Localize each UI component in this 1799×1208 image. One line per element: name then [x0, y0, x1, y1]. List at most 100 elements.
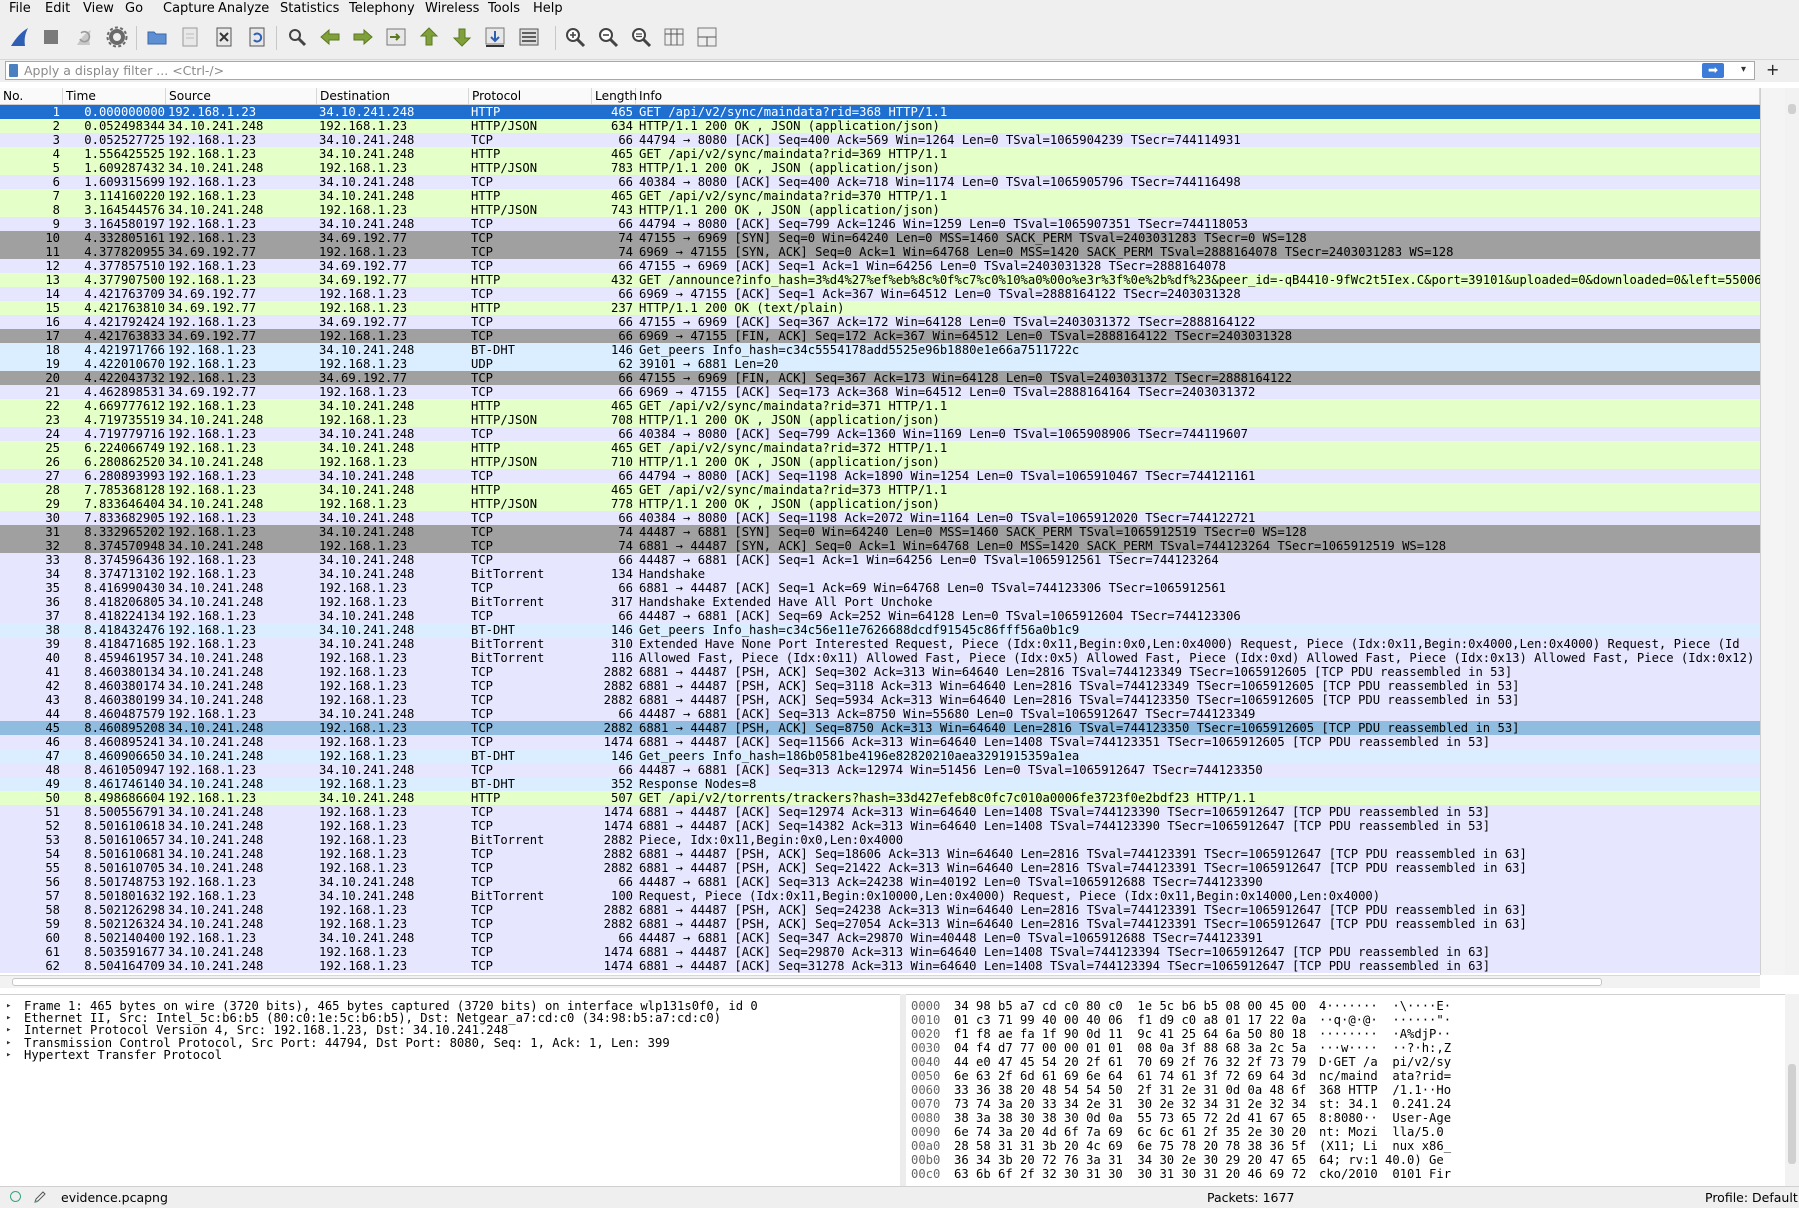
packet-row[interactable]: 58 8.502126298 34.10.241.248 192.168.1.23 TC… [0, 903, 1760, 917]
reload-icon[interactable] [244, 24, 270, 50]
hex-ascii[interactable]: ··q·@·@· ······"· [1319, 1013, 1451, 1027]
column-header-no[interactable]: No. [0, 88, 63, 104]
packet-row[interactable]: 8 3.164544576 34.10.241.248 192.168.1.23 HTT… [0, 203, 1760, 217]
packet-row[interactable]: 21 4.462898531 34.69.192.77 192.168.1.23 TCP… [0, 385, 1760, 399]
packet-row[interactable]: 5 1.609287432 34.10.241.248 192.168.1.23 HTT… [0, 161, 1760, 175]
packet-row[interactable]: 44 8.460487579 192.168.1.23 34.10.241.248 TC… [0, 707, 1760, 721]
zoom-out-icon[interactable] [595, 24, 621, 50]
hex-offset[interactable]: 0040 [911, 1055, 940, 1069]
packet-row[interactable]: 40 8.459461957 34.10.241.248 192.168.1.23 Bi… [0, 651, 1760, 665]
packet-row[interactable]: 55 8.501610705 34.10.241.248 192.168.1.23 TC… [0, 861, 1760, 875]
column-header-length[interactable]: Length [592, 88, 637, 104]
hex-offset[interactable]: 0080 [911, 1111, 940, 1125]
save-file-icon[interactable] [177, 24, 203, 50]
menu-edit[interactable]: Edit [45, 1, 70, 17]
hex-ascii[interactable]: nc/maind ata?rid= [1319, 1069, 1451, 1083]
hex-offset[interactable]: 0060 [911, 1083, 940, 1097]
packet-row[interactable]: 45 8.460895208 34.10.241.248 192.168.1.23 TC… [0, 721, 1760, 735]
packet-row[interactable]: 59 8.502126324 34.10.241.248 192.168.1.23 TC… [0, 917, 1760, 931]
resize-columns-icon[interactable] [661, 24, 687, 50]
menu-tools[interactable]: Tools [488, 1, 520, 17]
hex-ascii[interactable]: 368 HTTP /1.1··Ho [1319, 1083, 1451, 1097]
hex-bytes[interactable]: 33 36 38 20 48 54 54 50 2f 31 2e 31 0d 0… [954, 1083, 1306, 1097]
hex-bytes[interactable]: 38 3a 38 30 38 30 0d 0a 55 73 65 72 2d 4… [954, 1111, 1306, 1125]
hex-bytes[interactable]: 01 c3 71 99 40 00 40 06 f1 d9 c0 a8 01 1… [954, 1013, 1306, 1027]
packet-row[interactable]: 15 4.421763810 34.69.192.77 192.168.1.23 HTT… [0, 301, 1760, 315]
hex-ascii[interactable]: cko/2010 0101 Fir [1319, 1167, 1451, 1181]
packet-row[interactable]: 19 4.422010670 192.168.1.23 192.168.1.23 UDP… [0, 357, 1760, 371]
add-filter-button[interactable]: + [1766, 61, 1779, 79]
hex-offset[interactable]: 0000 [911, 999, 940, 1013]
horizontal-scroll-thumb[interactable] [12, 978, 1602, 986]
packet-row[interactable]: 57 8.501801632 192.168.1.23 34.10.241.248 Bi… [0, 889, 1760, 903]
packet-row[interactable]: 51 8.500556791 34.10.241.248 192.168.1.23 TC… [0, 805, 1760, 819]
packet-row[interactable]: 48 8.461050947 192.168.1.23 34.10.241.248 TC… [0, 763, 1760, 777]
column-header-source[interactable]: Source [166, 88, 317, 104]
packet-row[interactable]: 54 8.501610681 34.10.241.248 192.168.1.23 TC… [0, 847, 1760, 861]
packet-row[interactable]: 52 8.501610618 34.10.241.248 192.168.1.23 TC… [0, 819, 1760, 833]
packet-row[interactable]: 18 4.421971766 192.168.1.23 34.10.241.248 BT… [0, 343, 1760, 357]
ready-status-icon[interactable] [10, 1191, 21, 1202]
restart-icon[interactable] [71, 24, 97, 50]
packet-row[interactable]: 60 8.502140400 192.168.1.23 34.10.241.248 TC… [0, 931, 1760, 945]
packet-row[interactable]: 1 0.000000000 192.168.1.23 34.10.241.248 HTT… [0, 105, 1760, 119]
filter-bookmark-icon[interactable] [9, 64, 18, 77]
packet-row[interactable]: 29 7.833646404 34.10.241.248 192.168.1.23 HT… [0, 497, 1760, 511]
display-filter-input[interactable] [24, 62, 1714, 79]
hex-offset[interactable]: 0090 [911, 1125, 940, 1139]
hex-bytes[interactable]: 28 58 31 31 3b 20 4c 69 6e 75 78 20 78 3… [954, 1139, 1306, 1153]
menu-help[interactable]: Help [533, 1, 563, 17]
menu-analyze[interactable]: Analyze [218, 1, 269, 17]
go-back-arrow-icon[interactable] [317, 24, 343, 50]
vertical-scroll-thumb[interactable] [1788, 104, 1796, 114]
edit-comment-icon[interactable] [32, 1189, 48, 1205]
hex-bytes[interactable]: 04 f4 d7 77 00 00 01 01 08 0a 3f 88 68 3… [954, 1041, 1306, 1055]
packet-row[interactable]: 16 4.421792424 192.168.1.23 34.69.192.77 TCP… [0, 315, 1760, 329]
capture-options-gear-icon[interactable] [104, 24, 130, 50]
column-header-time[interactable]: Time [63, 88, 166, 104]
open-folder-icon[interactable] [144, 24, 170, 50]
hex-ascii[interactable]: 8:8080·· User-Age [1319, 1111, 1451, 1125]
stop-square-icon[interactable] [38, 24, 64, 50]
menu-file[interactable]: File [9, 1, 31, 17]
packet-row[interactable]: 9 3.164580197 192.168.1.23 34.10.241.248 TCP… [0, 217, 1760, 231]
packet-row[interactable]: 32 8.374570948 34.10.241.248 192.168.1.23 TC… [0, 539, 1760, 553]
packet-row[interactable]: 12 4.377857510 192.168.1.23 34.69.192.77 TCP… [0, 259, 1760, 273]
column-header-destination[interactable]: Destination [317, 88, 469, 104]
packet-row[interactable]: 36 8.418206805 34.10.241.248 192.168.1.23 Bi… [0, 595, 1760, 609]
packet-row[interactable]: 27 6.280893993 192.168.1.23 34.10.241.248 TC… [0, 469, 1760, 483]
packet-row[interactable]: 47 8.460906650 34.10.241.248 192.168.1.23 BT… [0, 749, 1760, 763]
packet-list-vertical-scrollbar[interactable] [1785, 88, 1799, 975]
close-file-icon[interactable] [211, 24, 237, 50]
filter-history-dropdown-icon[interactable]: ▾ [1741, 64, 1746, 75]
hex-bytes[interactable]: f1 f8 ae fa 1f 90 0d 11 9c 41 25 64 6a 5… [954, 1027, 1306, 1041]
column-header-protocol[interactable]: Protocol [469, 88, 592, 104]
hex-bytes[interactable]: 6e 63 2f 6d 61 69 6e 64 61 74 61 3f 72 6… [954, 1069, 1306, 1083]
go-to-packet-icon[interactable] [383, 24, 409, 50]
go-last-packet-icon[interactable] [449, 24, 475, 50]
shark-fin-start-icon[interactable] [7, 24, 33, 50]
packet-row[interactable]: 2 0.052498344 34.10.241.248 192.168.1.23 HTT… [0, 119, 1760, 133]
hex-offset[interactable]: 0030 [911, 1041, 940, 1055]
packet-row[interactable]: 50 8.498686604 192.168.1.23 34.10.241.248 HT… [0, 791, 1760, 805]
hex-offset[interactable]: 0020 [911, 1027, 940, 1041]
hex-bytes[interactable]: 44 e0 47 45 54 20 2f 61 70 69 2f 76 32 2… [954, 1055, 1306, 1069]
packet-row[interactable]: 25 6.224066749 192.168.1.23 34.10.241.248 HT… [0, 441, 1760, 455]
expand-triangle-icon[interactable]: ▸ [6, 1048, 16, 1062]
colorize-icon[interactable] [516, 24, 542, 50]
packet-row[interactable]: 56 8.501748753 192.168.1.23 34.10.241.248 TC… [0, 875, 1760, 889]
hex-ascii[interactable]: ···w···· ··?·h:,Z [1319, 1041, 1451, 1055]
menu-go[interactable]: Go [125, 1, 143, 17]
auto-scroll-icon[interactable] [482, 24, 508, 50]
go-forward-arrow-icon[interactable] [350, 24, 376, 50]
hex-offset[interactable]: 00b0 [911, 1153, 940, 1167]
hex-ascii[interactable]: nt: Mozi lla/5.0 [1319, 1125, 1451, 1139]
packet-list-horizontal-scrollbar[interactable] [0, 975, 1760, 988]
menu-wireless[interactable]: Wireless [425, 1, 479, 17]
apply-filter-arrow-icon[interactable]: ➡ [1702, 63, 1724, 78]
hex-offset[interactable]: 00c0 [911, 1167, 940, 1181]
packet-row[interactable]: 61 8.503591677 34.10.241.248 192.168.1.23 TC… [0, 945, 1760, 959]
find-packet-icon[interactable] [284, 24, 310, 50]
packet-row[interactable]: 10 4.332805161 192.168.1.23 34.69.192.77 TCP… [0, 231, 1760, 245]
hex-offset[interactable]: 0010 [911, 1013, 940, 1027]
